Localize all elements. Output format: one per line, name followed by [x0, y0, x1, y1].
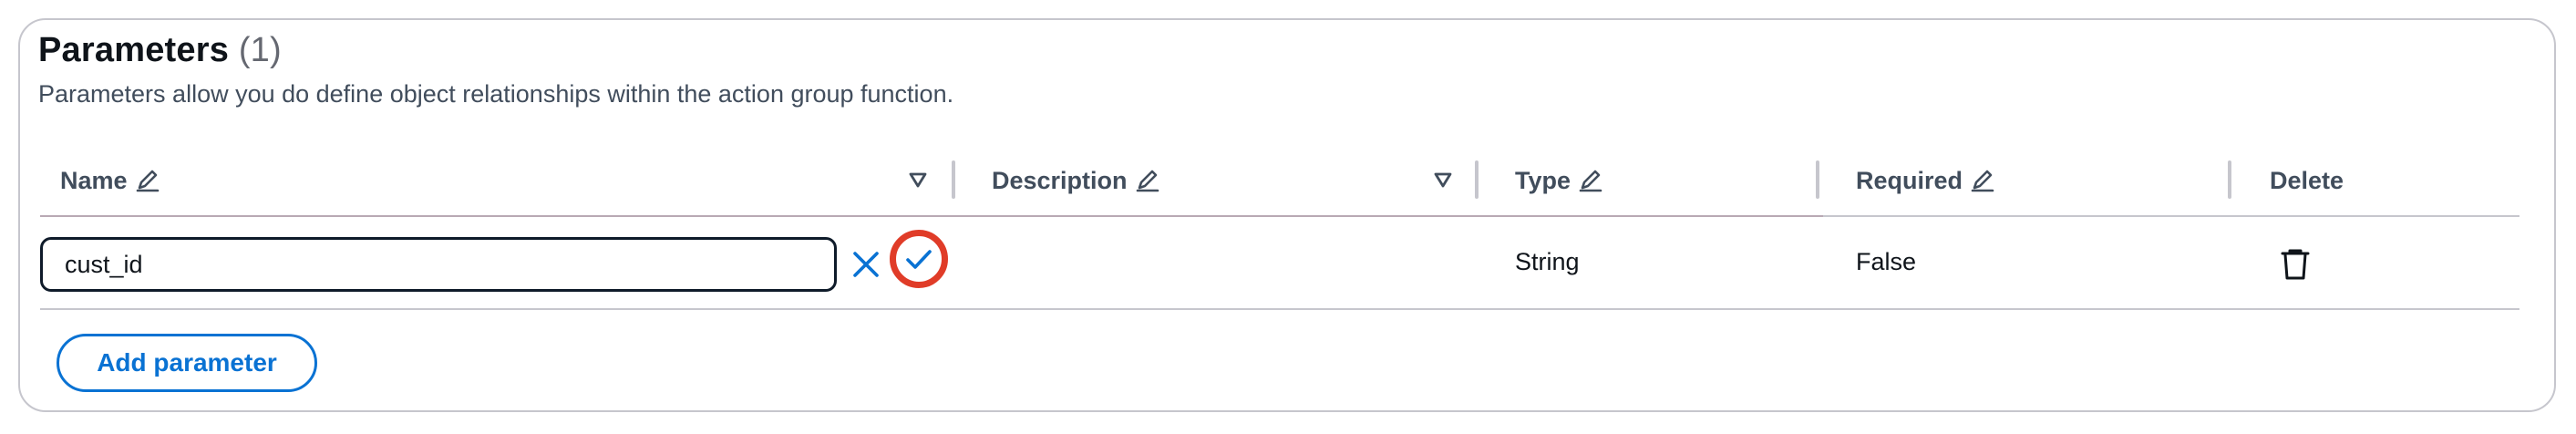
checkmark-icon [906, 250, 932, 269]
confirm-edit-button[interactable] [890, 230, 948, 288]
pencil-icon [1971, 170, 1994, 192]
column-header-required[interactable]: Required [1856, 162, 1995, 199]
section-description: Parameters allow you do define object re… [38, 80, 954, 108]
column-header-description-label: Description [992, 166, 1128, 194]
column-header-description[interactable]: Description [992, 162, 1160, 199]
sort-down-icon[interactable] [1433, 170, 1453, 190]
close-icon[interactable] [848, 246, 884, 283]
section-title-text: Parameters [38, 31, 230, 69]
column-header-type-label: Type [1515, 166, 1571, 194]
header-divider [40, 215, 1825, 217]
pencil-icon [1579, 170, 1602, 192]
column-header-delete-label: Delete [2270, 166, 2344, 194]
type-cell: String [1515, 248, 1580, 275]
row-divider [40, 308, 2519, 310]
column-header-required-label: Required [1856, 166, 1963, 194]
pencil-icon [136, 170, 159, 192]
column-resizer[interactable] [952, 160, 955, 199]
pencil-icon [1136, 170, 1159, 192]
column-header-delete: Delete [2270, 162, 2344, 199]
column-resizer[interactable] [1816, 160, 1819, 199]
column-header-name[interactable]: Name [60, 162, 160, 199]
header-divider [1823, 215, 2519, 217]
sort-down-icon[interactable] [908, 170, 928, 190]
parameter-name-input[interactable] [40, 237, 837, 292]
column-header-name-label: Name [60, 166, 128, 194]
column-header-type[interactable]: Type [1515, 162, 1603, 199]
section-title: Parameters (1) [38, 31, 282, 70]
column-resizer[interactable] [1475, 160, 1479, 199]
section-count: (1) [238, 31, 282, 69]
required-cell: False [1856, 248, 1917, 275]
add-parameter-button[interactable]: Add parameter [57, 334, 317, 392]
trash-icon[interactable] [2281, 248, 2310, 281]
column-resizer[interactable] [2228, 160, 2231, 199]
